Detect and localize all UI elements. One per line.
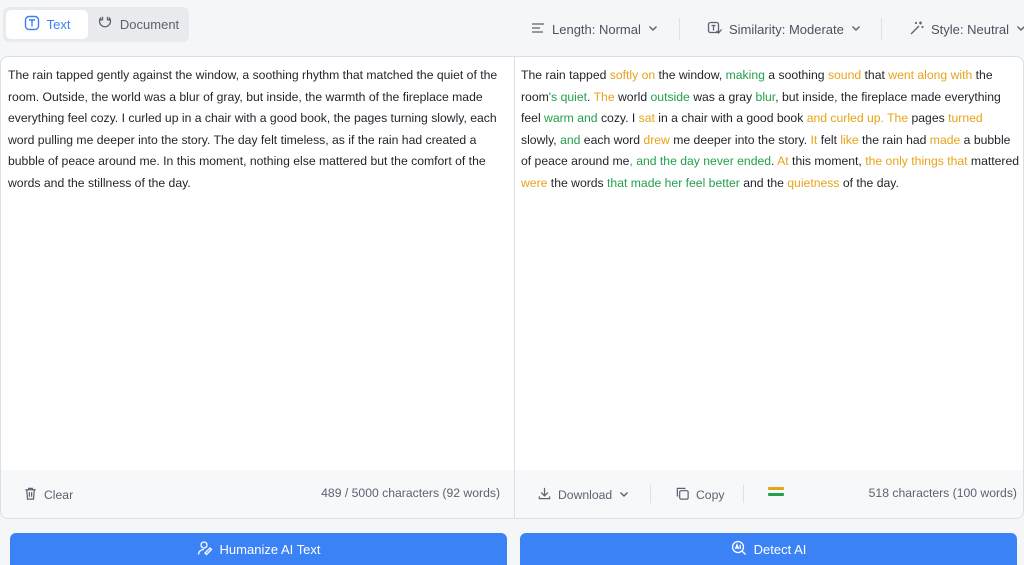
restructured-phrase[interactable]: 's quiet [549,90,587,104]
restructured-phrase[interactable]: outside [651,90,690,104]
footer-divider [743,485,744,503]
change-legend-icon[interactable] [768,487,784,499]
text-segment: me deeper into the story. [669,132,811,147]
text-mode-icon [24,15,40,34]
clear-button[interactable]: Clear [23,486,73,504]
length-label: Length: Normal [552,21,641,37]
similarity-icon [707,20,723,39]
detect-ai-button[interactable]: Detect AI [520,533,1017,565]
text-segment: cozy. I [597,111,639,126]
detect-ai-label: Detect AI [753,541,807,557]
mode-toggle: Text Document [3,7,189,42]
restructured-phrase[interactable]: warm and [544,111,598,125]
text-segment: in a chair with a good book [654,111,807,126]
length-icon [530,20,546,39]
editor-panel: The rain tapped gently against the windo… [0,56,1024,519]
toolbar: Text Document Length: Normal Similarity:… [0,0,1024,56]
humanize-ai-text-button[interactable]: Humanize AI Text [10,533,507,565]
text-segment: that [861,68,889,82]
footer-divider [650,485,651,503]
chevron-down-icon [647,22,659,37]
mode-document-button[interactable]: Document [90,10,186,39]
text-segment: the words [547,175,608,190]
humanize-icon [197,540,213,559]
magic-wand-icon [909,20,925,39]
changed-word[interactable]: The [594,90,615,104]
chevron-down-icon [618,488,630,503]
output-footer: Download Copy 518 characters (100 words) [515,470,1023,518]
similarity-dropdown[interactable]: Similarity: Moderate [707,18,862,40]
text-segment: and the [739,175,788,190]
clear-label: Clear [44,488,74,502]
text-segment: the window, [655,68,726,82]
mode-text-button[interactable]: Text [6,10,89,39]
copy-label: Copy [696,488,725,502]
changed-word[interactable]: sat [639,111,655,125]
text-segment: each word [580,132,644,147]
changed-word[interactable]: like [840,133,858,147]
length-dropdown[interactable]: Length: Normal [530,18,659,40]
style-label: Style: Neutral [931,21,1010,37]
download-label: Download [558,488,613,502]
text-segment: a soothing [764,68,828,82]
download-icon [537,486,552,504]
trash-icon [23,486,38,504]
mode-text-label: Text [46,17,71,32]
text-segment: The rain tapped [521,68,610,82]
detect-ai-icon [731,540,747,559]
input-textarea[interactable]: The rain tapped gently against the windo… [8,65,508,195]
changed-word[interactable]: softly on [610,68,655,82]
text-segment: this moment, [788,154,866,169]
restructured-phrase[interactable]: blur [756,90,776,104]
text-segment: was a gray [689,89,756,104]
toolbar-divider [881,18,882,40]
output-pane: The rain tapped softly on the window, ma… [515,57,1023,518]
similarity-label: Similarity: Moderate [729,21,844,37]
output-text[interactable]: The rain tapped softly on the window, ma… [521,65,1019,195]
changed-word[interactable]: turned [948,111,983,125]
changed-word[interactable]: the only things that [865,154,967,168]
changed-word[interactable]: and curled up. The [807,111,908,125]
input-pane: The rain tapped gently against the windo… [1,57,515,518]
changed-word[interactable]: were [521,176,547,190]
changed-word[interactable]: made [930,133,961,147]
text-segment: the rain had [858,132,930,147]
style-dropdown[interactable]: Style: Neutral [909,18,1024,40]
restructured-phrase[interactable]: and [560,133,580,147]
changed-word[interactable]: went along with [888,68,972,82]
output-character-count: 518 characters (100 words) [868,486,1017,500]
changed-word[interactable]: quietness [787,176,839,190]
text-segment: felt [817,132,841,147]
document-mode-icon [97,15,113,34]
changed-word[interactable]: drew [643,133,669,147]
changed-word[interactable]: At [777,154,789,168]
restructured-phrase[interactable]: , and the day never ended [629,154,771,168]
restructured-phrase[interactable]: making [726,68,765,82]
chevron-down-icon [1015,22,1024,37]
copy-icon [675,486,690,504]
download-dropdown[interactable]: Download [537,486,630,504]
toolbar-divider [679,18,680,40]
text-segment: world [614,89,651,104]
changed-word[interactable]: sound [828,68,861,82]
mode-document-label: Document [119,17,180,32]
restructured-phrase[interactable]: that made her feel better [607,176,740,190]
copy-button[interactable]: Copy [675,486,724,504]
input-character-count: 489 / 5000 characters (92 words) [321,486,500,500]
input-footer: Clear 489 / 5000 characters (92 words) [1,470,514,518]
text-segment: of the day. [839,175,899,190]
chevron-down-icon [850,22,862,37]
humanize-label: Humanize AI Text [219,541,321,557]
text-segment: pages [908,111,949,126]
text-segment: mattered [967,154,1020,169]
text-segment: slowly, [521,132,561,147]
